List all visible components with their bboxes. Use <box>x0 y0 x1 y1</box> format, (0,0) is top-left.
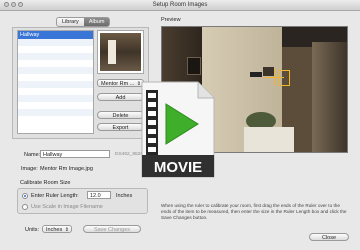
room-list[interactable]: Hallway <box>17 30 94 134</box>
zoom-window-icon[interactable] <box>18 2 23 7</box>
ruler-end-marker[interactable] <box>279 70 290 86</box>
name-label: Name: <box>24 152 41 158</box>
export-button[interactable]: Export <box>97 123 144 131</box>
units-popup[interactable]: Inches ⇕ <box>42 225 72 233</box>
tab-library[interactable]: Library <box>57 18 84 26</box>
room-image-popup[interactable]: Mentor Rm ... ⇕ <box>97 79 144 87</box>
ruler-handle[interactable] <box>274 68 275 86</box>
title-bar: Setup Room Images <box>0 0 360 11</box>
preview-label: Preview <box>161 17 181 23</box>
minimize-window-icon[interactable] <box>11 2 16 7</box>
calibrate-group <box>17 188 148 214</box>
image-filename: Mentor Rm Image.jpg <box>40 166 93 172</box>
image-id: DS462_8528 <box>115 152 144 157</box>
chevron-updown-icon: ⇕ <box>64 227 69 233</box>
list-item[interactable]: Hallway <box>18 31 93 39</box>
ruler-length-field[interactable]: 12.0 <box>87 191 111 199</box>
save-changes-button[interactable]: Save Changes <box>83 225 141 233</box>
units-label: Units: <box>25 227 40 233</box>
movie-file-icon: MOVIE <box>141 81 215 178</box>
window-controls <box>4 2 23 7</box>
window-title: Setup Room Images <box>152 2 208 8</box>
delete-button[interactable]: Delete <box>97 111 144 119</box>
use-scale-label: Use Scale in Image Filename <box>31 204 103 210</box>
image-label: Image: <box>21 166 38 172</box>
enter-ruler-length-radio[interactable] <box>22 193 28 199</box>
enter-ruler-length-label: Enter Ruler Length: <box>31 193 79 199</box>
ruler-unit-label: Inches <box>116 193 133 199</box>
tab-album[interactable]: Album <box>83 18 110 26</box>
add-button[interactable]: Add <box>97 93 144 101</box>
close-window-icon[interactable] <box>4 2 9 7</box>
room-image-thumbnail <box>97 30 144 74</box>
preview-instructions: When using the ruler to calibrate your r… <box>161 203 347 220</box>
name-field[interactable]: Hallway <box>40 150 110 158</box>
calibrate-room-size-label: Calibrate Room Size <box>20 180 71 186</box>
setup-room-images-window: Setup Room Images Library Album Hallway … <box>0 0 360 250</box>
movie-label: MOVIE <box>154 159 202 176</box>
library-album-tabs: Library Album <box>56 17 111 27</box>
close-button[interactable]: Close <box>309 233 349 241</box>
use-scale-radio[interactable] <box>22 204 28 210</box>
